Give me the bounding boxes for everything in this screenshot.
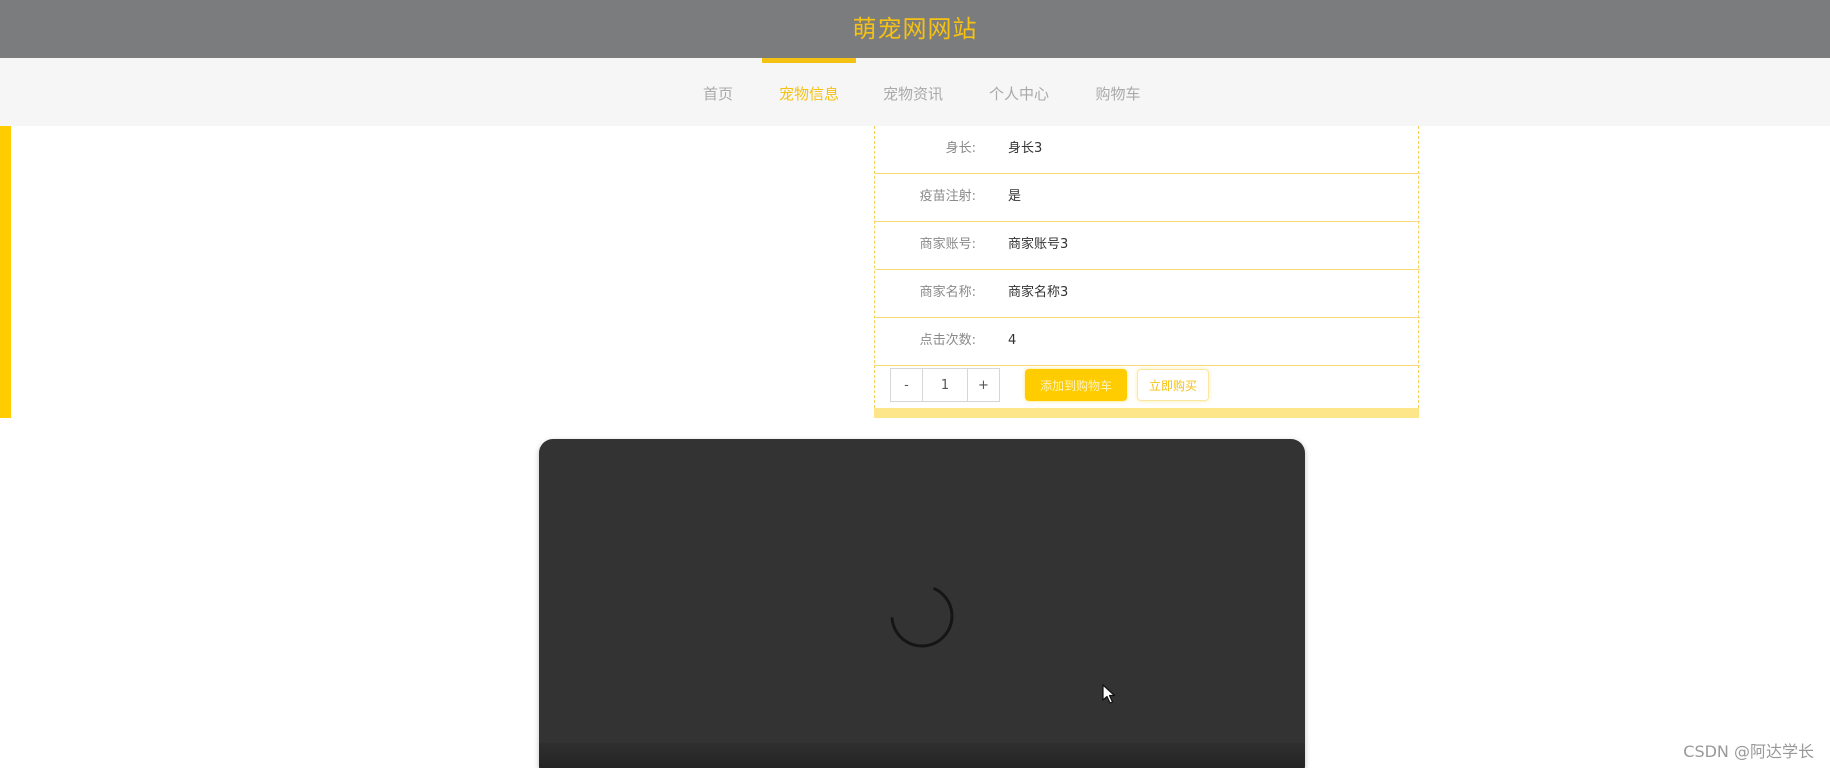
detail-label: 商家名称: bbox=[919, 285, 976, 300]
detail-row-vaccine: 疫苗注射: 是 bbox=[875, 174, 1420, 222]
page: 萌宠网网站 首页 宠物信息 宠物资讯 个人中心 购物车 身长: 身长3 疫苗注射… bbox=[0, 0, 1830, 768]
quantity-stepper: - 1 + bbox=[890, 368, 1000, 402]
csdn-watermark: CSDN @阿达学长 bbox=[1683, 742, 1814, 761]
detail-value: 身长3 bbox=[1008, 141, 1043, 156]
pet-details-table: 身长: 身长3 疫苗注射: 是 商家账号: 商家账号3 商家名称: 商家名称3 … bbox=[874, 126, 1420, 418]
detail-row-merchant-account: 商家账号: 商家账号3 bbox=[875, 222, 1420, 270]
detail-label: 点击次数: bbox=[919, 333, 976, 348]
detail-row-click-count: 点击次数: 4 bbox=[875, 318, 1420, 366]
quantity-input[interactable]: 1 bbox=[923, 368, 967, 402]
quantity-increase-button[interactable]: + bbox=[967, 368, 1000, 402]
quantity-decrease-button[interactable]: - bbox=[890, 368, 923, 402]
main-nav: 首页 宠物信息 宠物资讯 个人中心 购物车 bbox=[0, 58, 1830, 126]
nav-item-user-center[interactable]: 个人中心 bbox=[972, 58, 1066, 126]
detail-value: 商家账号3 bbox=[1008, 237, 1069, 252]
nav-item-home[interactable]: 首页 bbox=[690, 58, 746, 126]
detail-value: 商家名称3 bbox=[1008, 285, 1069, 300]
purchase-actions: - 1 + 添加到购物车 立即购买 bbox=[875, 362, 1420, 408]
detail-value: 4 bbox=[1008, 333, 1017, 348]
loading-spinner-icon bbox=[890, 587, 954, 648]
details-bottom-bar bbox=[874, 408, 1419, 418]
detail-row-merchant-name: 商家名称: 商家名称3 bbox=[875, 270, 1420, 318]
detail-value: 是 bbox=[1008, 189, 1022, 204]
buy-now-button[interactable]: 立即购买 bbox=[1137, 369, 1209, 401]
loading-panel-footer bbox=[539, 743, 1305, 768]
detail-row-length: 身长: 身长3 bbox=[875, 126, 1420, 174]
loading-panel bbox=[539, 439, 1305, 768]
nav-item-pet-news[interactable]: 宠物资讯 bbox=[866, 58, 960, 126]
detail-label: 商家账号: bbox=[919, 237, 976, 252]
site-title: 萌宠网网站 bbox=[852, 14, 978, 43]
mouse-pointer-icon bbox=[1102, 684, 1116, 704]
left-accent-strip bbox=[0, 126, 11, 418]
add-to-cart-button[interactable]: 添加到购物车 bbox=[1025, 369, 1127, 401]
detail-label: 身长: bbox=[945, 141, 976, 156]
detail-label: 疫苗注射: bbox=[919, 189, 976, 204]
nav-item-cart[interactable]: 购物车 bbox=[1082, 58, 1154, 126]
nav-item-pet-info[interactable]: 宠物信息 bbox=[762, 58, 856, 126]
site-header: 萌宠网网站 bbox=[0, 0, 1830, 58]
